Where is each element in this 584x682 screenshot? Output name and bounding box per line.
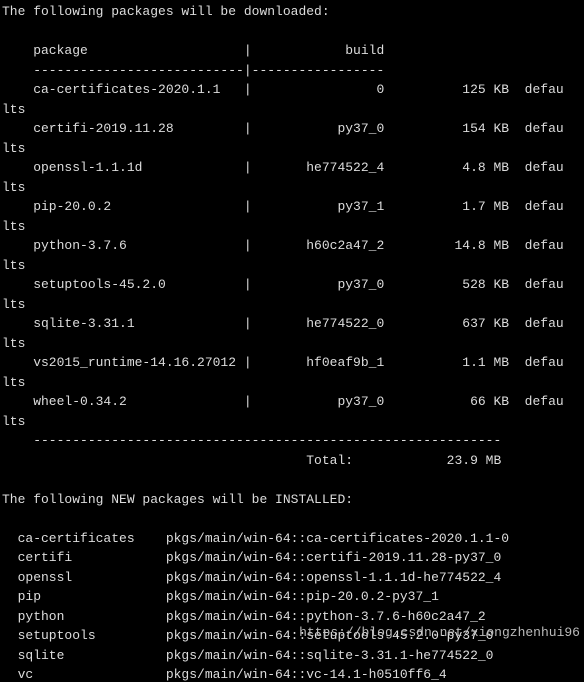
watermark-text: https://blog.csdn.net/xiongzhenhui96 — [299, 623, 580, 643]
terminal-output: The following packages will be downloade… — [0, 0, 584, 682]
